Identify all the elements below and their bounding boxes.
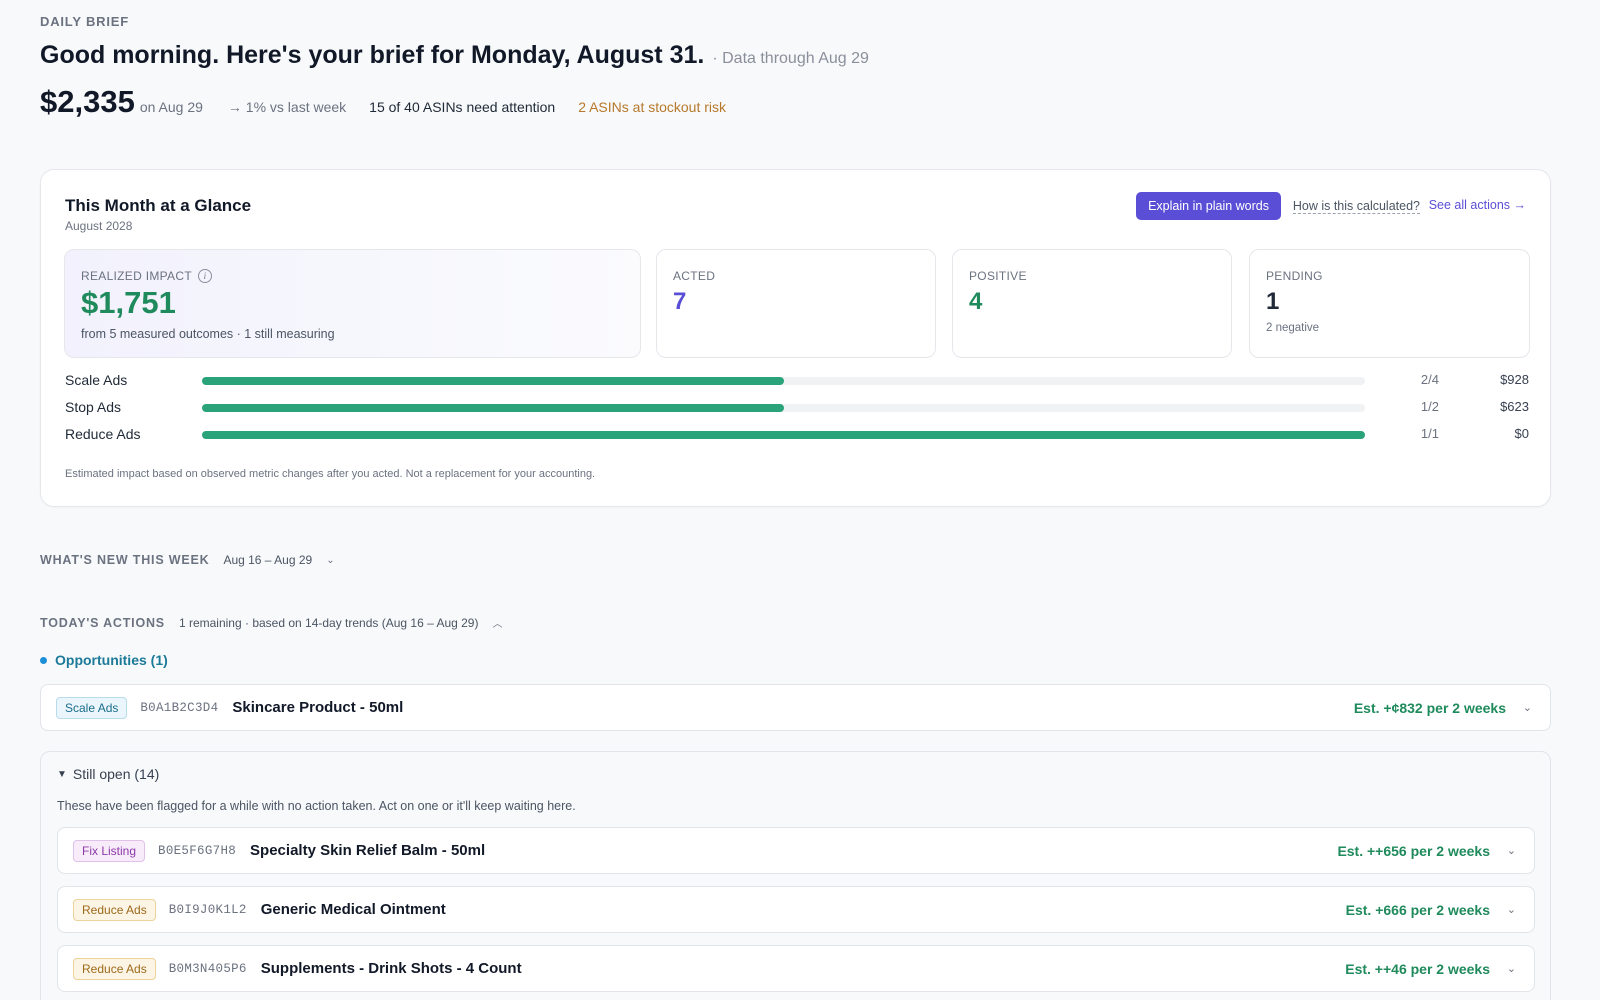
asin: B0A1B2C3D4 [140,700,219,715]
kpi-row: $2,335 on Aug 29 → 1% vs last week 15 of… [40,84,726,120]
product-name: Supplements - Drink Shots - 4 Count [260,960,522,977]
chevron-up-icon[interactable]: ︿ [492,615,502,630]
realized-impact-label: REALIZED IMPACT [81,269,192,283]
chevron-down-icon[interactable]: ⌄ [1507,844,1516,857]
how-calculated-link[interactable]: How is this calculated? [1292,199,1420,214]
action-tag: Reduce Ads [73,898,156,921]
glance-title: This Month at a Glance [65,196,252,215]
estimate: Est. ++46 per 2 weeks [1345,960,1490,977]
whats-new-section[interactable]: WHAT'S NEW THIS WEEK Aug 16 – Aug 29 ⌄ [40,553,335,567]
bar-track [202,431,1365,439]
asin: B0M3N405P6 [168,961,247,976]
month-glance-panel: This Month at a Glance August 2028 Expla… [40,169,1551,507]
bar-row: Stop Ads 1/2 $623 [65,395,1529,422]
action-tag: Reduce Ads [73,957,156,980]
still-open-toggle[interactable]: ▼ Still open (14) [57,766,159,782]
whats-new-range: Aug 16 – Aug 29 [223,553,313,567]
acted-card: ACTED 7 [656,249,936,358]
bar-label: Stop Ads [65,399,122,415]
info-icon[interactable]: i [197,269,212,283]
glance-month: August 2028 [65,219,133,233]
see-all-actions-link[interactable]: See all actions → [1429,198,1526,212]
action-type-bars: Scale Ads 2/4 $928 Stop Ads 1/2 $623 Red… [65,368,1529,449]
bar-row: Reduce Ads 1/1 $0 [65,422,1529,449]
todays-actions-section[interactable]: TODAY'S ACTIONS 1 remaining · based on 1… [40,615,502,631]
estimate: Est. +666 per 2 weeks [1345,901,1490,918]
bar-ratio: 1/2 [1420,399,1439,414]
realized-impact-note: from 5 measured outcomes · 1 still measu… [81,327,335,341]
realized-impact-value: $1,751 [81,285,176,320]
bar-ratio: 1/1 [1420,426,1439,441]
daily-sales: $2,335 [40,84,135,119]
action-row[interactable]: Scale Ads B0A1B2C3D4 Skincare Product - … [40,684,1551,731]
chevron-down-icon[interactable]: ⌄ [1523,701,1532,714]
whats-new-heading: WHAT'S NEW THIS WEEK [40,553,210,567]
data-through: · Data through Aug 29 [712,50,869,67]
bar-row: Scale Ads 2/4 $928 [65,368,1529,395]
bar-label: Scale Ads [65,372,128,388]
action-row[interactable]: Reduce Ads B0I9J0K1L2 Generic Medical Oi… [57,886,1535,933]
still-open-panel: ▼ Still open (14) These have been flagge… [40,751,1551,1000]
positive-card: POSITIVE 4 [952,249,1232,358]
chevron-down-icon[interactable]: ⌄ [326,555,334,566]
pending-card: PENDING 1 2 negative [1249,249,1530,358]
product-name: Generic Medical Ointment [260,901,446,918]
stockout-risk[interactable]: 2 ASINs at stockout risk [578,99,726,115]
pending-note: 2 negative [1266,322,1320,334]
page-title-row: Good morning. Here's your brief for Mond… [40,41,869,70]
product-name: Skincare Product - 50ml [232,699,404,716]
bar-track [202,404,1365,412]
positive-label: POSITIVE [969,269,1027,283]
opportunities-label: Opportunities (1) [55,652,168,668]
bar-fill [202,404,784,412]
asin: B0I9J0K1L2 [168,902,247,917]
dot-icon [40,656,47,664]
acted-label: ACTED [673,269,716,283]
bar-amount: $928 [1500,372,1529,387]
pending-value: 1 [1266,288,1280,315]
chevron-down-icon[interactable]: ⌄ [1507,903,1516,916]
page-eyebrow: DAILY BRIEF [40,14,129,29]
still-open-label: Still open (14) [72,766,160,782]
positive-value: 4 [969,288,983,315]
todays-actions-meta: 1 remaining · based on 14-day trends (Au… [178,615,479,630]
chevron-down-icon[interactable]: ⌄ [1507,962,1516,975]
action-tag: Fix Listing [73,839,146,862]
still-open-message: These have been flagged for a while with… [57,799,576,813]
triangle-down-icon: ▼ [57,768,67,780]
pending-label: PENDING [1266,269,1323,283]
disclaimer: Estimated impact based on observed metri… [65,468,596,480]
todays-actions-heading: TODAY'S ACTIONS [40,615,165,630]
bar-amount: $623 [1500,399,1529,414]
estimate: Est. ++656 per 2 weeks [1337,842,1490,859]
asin: B0E5F6G7H8 [158,843,237,858]
action-row[interactable]: Reduce Ads B0M3N405P6 Supplements - Drin… [57,945,1535,992]
bar-track [202,377,1365,385]
page-title: Good morning. Here's your brief for Mond… [40,41,705,69]
product-name: Specialty Skin Relief Balm - 50ml [250,842,486,859]
trend-indicator: → 1% vs last week [227,99,347,115]
estimate: Est. +¢832 per 2 weeks [1353,699,1506,716]
action-tag: Scale Ads [56,696,128,719]
bar-ratio: 2/4 [1420,372,1439,387]
bar-amount: $0 [1514,426,1529,441]
acted-value: 7 [673,288,687,315]
explain-button[interactable]: Explain in plain words [1136,192,1281,220]
asins-attention[interactable]: 15 of 40 ASINs need attention [369,99,555,115]
action-row[interactable]: Fix Listing B0E5F6G7H8 Specialty Skin Re… [57,827,1535,874]
realized-impact-card: REALIZED IMPACT i $1,751 from 5 measured… [64,249,641,358]
opportunities-header[interactable]: Opportunities (1) [40,652,168,668]
bar-fill [202,431,1365,439]
daily-sales-date: on Aug 29 [139,99,203,115]
bar-label: Reduce Ads [65,426,141,442]
bar-fill [202,377,784,385]
